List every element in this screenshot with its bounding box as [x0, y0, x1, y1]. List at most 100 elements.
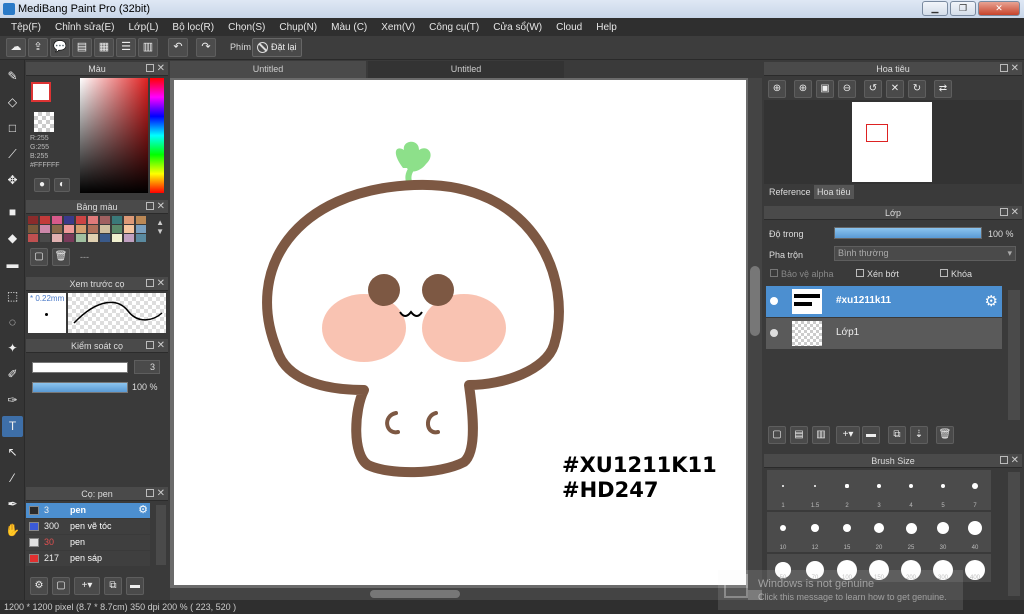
maximize-button[interactable]: ❐: [950, 1, 976, 16]
brush-size-scrollbar[interactable]: [1008, 472, 1020, 596]
bucket-tool-icon[interactable]: ◆: [2, 228, 23, 249]
close-panel-icon[interactable]: ✕: [157, 339, 165, 353]
gradient-tool-icon[interactable]: ▬: [2, 254, 23, 275]
new-layer-icon[interactable]: ▢: [768, 426, 786, 444]
clipping-checkbox[interactable]: [856, 269, 864, 277]
cloud-icon[interactable]: ☁: [6, 38, 26, 57]
list-icon[interactable]: ☰: [116, 38, 136, 57]
brush-size-cell[interactable]: 7: [959, 470, 991, 510]
color-swatch[interactable]: [52, 225, 62, 233]
flip-icon[interactable]: ⇄: [934, 80, 952, 98]
color-swatch[interactable]: [28, 216, 38, 224]
color-swatch[interactable]: [28, 234, 38, 242]
eraser-tool-icon[interactable]: ◇: [2, 92, 23, 113]
close-panel-icon[interactable]: ✕: [157, 62, 165, 76]
delete-layer-icon[interactable]: 🗑: [936, 426, 954, 444]
layer-folder-icon[interactable]: ▬: [862, 426, 880, 444]
brush-size-cell[interactable]: 3: [863, 470, 895, 510]
saturation-value-picker[interactable]: [80, 78, 148, 193]
color-swatch[interactable]: [64, 234, 74, 242]
menu-file[interactable]: Tệp(F): [4, 22, 48, 33]
fill-rect-tool-icon[interactable]: ■: [2, 202, 23, 223]
select-pen-tool-icon[interactable]: ✐: [2, 364, 23, 385]
brush-item[interactable]: 30 pen: [26, 535, 150, 550]
menu-filter[interactable]: Bộ lọc(R): [165, 22, 221, 33]
color-swatch[interactable]: [28, 225, 38, 233]
color-swatch[interactable]: [76, 225, 86, 233]
magic-wand-tool-icon[interactable]: ✦: [2, 338, 23, 359]
close-panel-icon[interactable]: ✕: [157, 487, 165, 501]
view-rectangle[interactable]: [866, 124, 888, 142]
menu-color[interactable]: Màu (C): [324, 22, 374, 33]
hue-slider[interactable]: [150, 78, 164, 193]
float-icon[interactable]: [146, 489, 154, 497]
visibility-icon[interactable]: [770, 329, 778, 337]
brush-size-cell[interactable]: 40: [959, 512, 991, 552]
layer-opacity-slider[interactable]: [834, 227, 982, 239]
merge-layer-icon[interactable]: ⇣: [910, 426, 928, 444]
menu-help[interactable]: Help: [589, 22, 624, 33]
color-swatch[interactable]: [64, 225, 74, 233]
brush-size-value[interactable]: 3: [134, 360, 160, 374]
select-eraser-tool-icon[interactable]: ✑: [2, 390, 23, 411]
color-swatch[interactable]: [40, 216, 50, 224]
grid-icon[interactable]: ▦: [94, 38, 114, 57]
float-icon[interactable]: [1000, 456, 1008, 464]
close-panel-icon[interactable]: ✕: [157, 200, 165, 214]
zoom-in-icon[interactable]: ⊕: [768, 80, 786, 98]
float-icon[interactable]: [146, 279, 154, 287]
menu-layer[interactable]: Lớp(L): [122, 22, 166, 33]
float-icon[interactable]: [146, 341, 154, 349]
delete-swatch-icon[interactable]: 🗑: [52, 248, 70, 266]
menu-cloud[interactable]: Cloud: [549, 22, 589, 33]
gear-icon[interactable]: ⚙: [138, 503, 148, 516]
color-swatch[interactable]: [88, 225, 98, 233]
eyedropper-tool-icon[interactable]: ⁄: [2, 468, 23, 489]
float-icon[interactable]: [146, 64, 154, 72]
tab-reference[interactable]: Reference: [766, 185, 814, 199]
dot-tool-icon[interactable]: ⟋: [2, 144, 23, 165]
close-panel-icon[interactable]: ✕: [1011, 206, 1019, 220]
menu-edit[interactable]: Chỉnh sửa(E): [48, 22, 122, 33]
blend-mode-select[interactable]: Bình thường ▾: [834, 246, 1016, 261]
brush-size-cell[interactable]: 400: [959, 554, 991, 582]
select-rect-tool-icon[interactable]: ⬚: [2, 286, 23, 307]
menu-tools[interactable]: Công cụ(T): [422, 22, 486, 33]
pen-tool-icon[interactable]: ✒: [2, 494, 23, 515]
protect-alpha-checkbox[interactable]: [770, 269, 778, 277]
brush-size-cell[interactable]: 2: [831, 470, 863, 510]
visibility-icon[interactable]: [770, 297, 778, 305]
close-panel-icon[interactable]: ✕: [1011, 62, 1019, 76]
brush-size-cell[interactable]: 12: [799, 512, 831, 552]
canvas-horizontal-scrollbar[interactable]: [170, 588, 748, 600]
color-swatch[interactable]: [40, 234, 50, 242]
redo-icon[interactable]: ↷: [196, 38, 216, 57]
canvas-vertical-scrollbar[interactable]: [748, 78, 762, 590]
color-swatch[interactable]: [100, 216, 110, 224]
brush-size-cell[interactable]: 1: [767, 470, 799, 510]
undo-icon[interactable]: ↶: [168, 38, 188, 57]
transparent-color[interactable]: [34, 112, 54, 132]
close-panel-icon[interactable]: ✕: [1011, 454, 1019, 468]
brush-size-cell[interactable]: 20: [863, 512, 895, 552]
menu-capture[interactable]: Chụp(N): [272, 22, 324, 33]
mix-icon[interactable]: ◐: [54, 178, 70, 192]
menu-view[interactable]: Xem(V): [374, 22, 422, 33]
brush-size-cell[interactable]: 4: [895, 470, 927, 510]
tab-document-1[interactable]: Untitled: [170, 61, 366, 78]
fit-icon[interactable]: ▣: [816, 80, 834, 98]
foreground-color[interactable]: [31, 82, 51, 102]
brush-size-cell[interactable]: 15: [831, 512, 863, 552]
color-swatch[interactable]: [112, 234, 122, 242]
brush-size-cell[interactable]: 1.5: [799, 470, 831, 510]
brush-size-cell[interactable]: 10: [767, 512, 799, 552]
menu-window[interactable]: Cửa sổ(W): [486, 22, 549, 33]
move-tool-icon[interactable]: ✥: [2, 170, 23, 191]
new-halftone-layer-icon[interactable]: ▥: [812, 426, 830, 444]
add-swatch-icon[interactable]: ▢: [30, 248, 48, 266]
color-swatch[interactable]: [112, 225, 122, 233]
palette-icon[interactable]: ●: [34, 178, 50, 192]
zoom-in-icon-2[interactable]: ⊕: [794, 80, 812, 98]
brush-item[interactable]: 217 pen sáp: [26, 551, 150, 566]
hscroll-thumb[interactable]: [370, 590, 460, 598]
